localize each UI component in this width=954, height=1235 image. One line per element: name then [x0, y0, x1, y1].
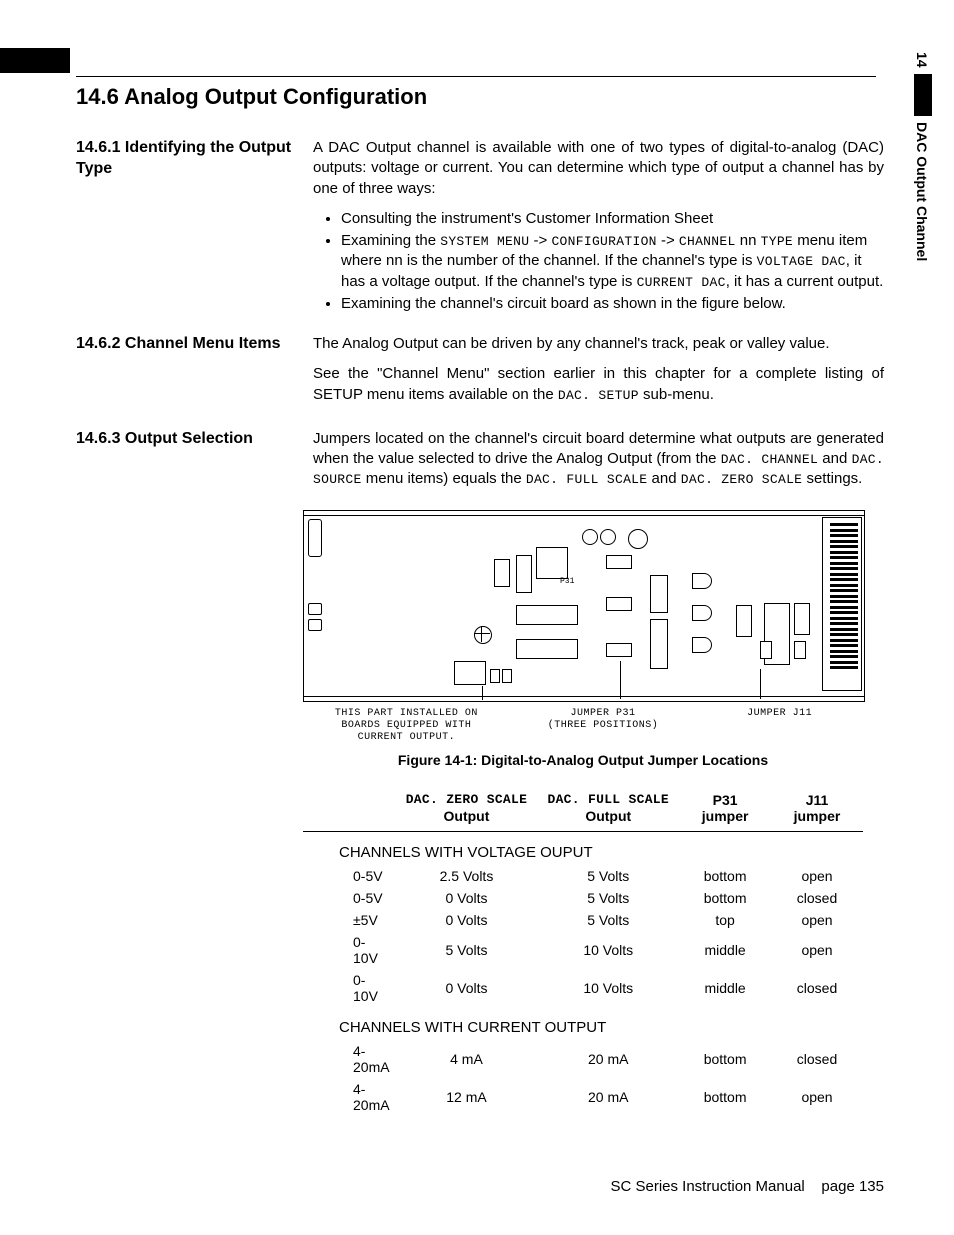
sub2-heading: 14.6.2 Channel Menu Items — [76, 334, 303, 355]
section-title: 14.6 Analog Output Configuration — [76, 84, 884, 110]
header-black-bar — [0, 48, 70, 73]
fig-c3: JUMPER J11 — [720, 708, 840, 744]
sub1-heading: 14.6.1 Identifying the Output Type — [76, 138, 303, 180]
table-group-current: CHANNELS WITH CURRENT OUTPUT — [303, 1007, 863, 1040]
sub1-b3: Examining the channel's circuit board as… — [341, 294, 884, 314]
footer-manual: SC Series Instruction Manual — [610, 1178, 804, 1195]
th-full: Output — [585, 808, 631, 824]
sub1-b1: Consulting the instrument's Customer Inf… — [341, 209, 884, 229]
sub3-p1: Jumpers located on the channel's circuit… — [313, 429, 884, 490]
subsection-2: 14.6.2 Channel Menu Items The Analog Out… — [76, 334, 884, 415]
subsection-3: 14.6.3 Output Selection Jumpers located … — [76, 429, 884, 500]
jumper-config-table: DAC. ZERO SCALEOutput DAC. FULL SCALEOut… — [303, 788, 863, 1117]
th-zero: Output — [444, 808, 490, 824]
page-content: 14.6 Analog Output Configuration 14.6.1 … — [76, 84, 884, 1116]
figure-14-1: P31 THIS PART INSTALLED ON BOARDS EQUIPP… — [303, 510, 884, 768]
figure-schematic: P31 — [303, 510, 865, 702]
side-tab-label: DAC Output Channel — [914, 122, 930, 261]
top-rule — [76, 76, 876, 77]
table-row: 0-5V2.5 Volts5 Voltsbottomopen — [303, 865, 863, 887]
sub1-p1: A DAC Output channel is available with o… — [313, 138, 884, 199]
subsection-1: 14.6.1 Identifying the Output Type A DAC… — [76, 138, 884, 328]
table-row: 4-20mA4 mA20 mAbottomclosed — [303, 1040, 863, 1078]
edge-connector-icon — [822, 521, 858, 689]
side-tab-block — [914, 74, 932, 116]
side-tab-number: 14 — [914, 52, 930, 68]
sub2-p1: The Analog Output can be driven by any c… — [313, 334, 884, 354]
table-row: ±5V0 Volts5 Voltstopopen — [303, 909, 863, 931]
th-zero-mono: DAC. ZERO SCALE — [402, 792, 532, 808]
figure-caption: Figure 14-1: Digital-to-Analog Output Ju… — [303, 752, 863, 768]
th-full-mono: DAC. FULL SCALE — [543, 792, 673, 808]
th-j11a: J11 — [806, 792, 829, 808]
table-group-voltage: CHANNELS WITH VOLTAGE OUPUT — [303, 832, 863, 866]
footer-page: page 135 — [821, 1178, 884, 1195]
table-row: 0-10V0 Volts10 Voltsmiddleclosed — [303, 969, 863, 1007]
table-row: 0-10V5 Volts10 Voltsmiddleopen — [303, 931, 863, 969]
sub1-bullets: Consulting the instrument's Customer Inf… — [313, 209, 884, 314]
table-row: 4-20mA12 mA20 mAbottomopen — [303, 1078, 863, 1116]
th-j11b: jumper — [794, 808, 841, 824]
sub2-p2: See the "Channel Menu" section earlier i… — [313, 364, 884, 405]
th-p31a: P31 — [713, 792, 738, 808]
sub1-b2: Examining the SYSTEM MENU -> CONFIGURATI… — [341, 231, 884, 292]
sub3-heading: 14.6.3 Output Selection — [76, 429, 303, 450]
table-row: 0-5V0 Volts5 Voltsbottomclosed — [303, 887, 863, 909]
th-p31b: jumper — [702, 808, 749, 824]
page-footer: SC Series Instruction Manual page 135 — [76, 1178, 884, 1195]
fig-c2: JUMPER P31 (THREE POSITIONS) — [533, 708, 673, 744]
fig-c1: THIS PART INSTALLED ON BOARDS EQUIPPED W… — [326, 708, 486, 744]
